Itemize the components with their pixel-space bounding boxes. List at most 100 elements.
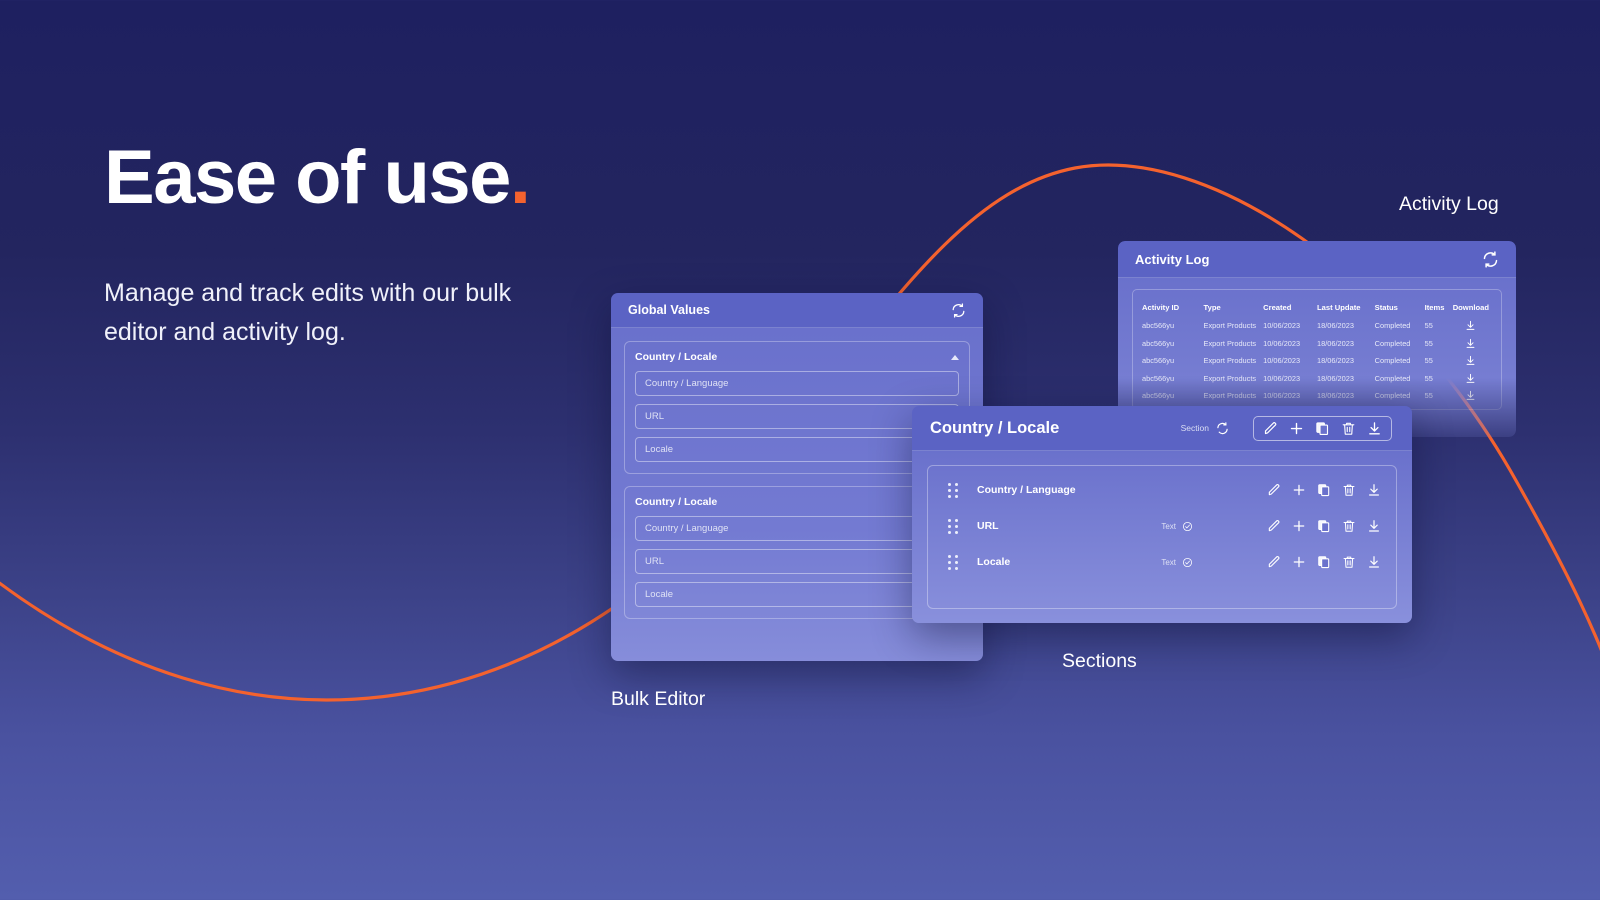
annotation-bulk-editor: Bulk Editor (611, 688, 706, 710)
cell-last-update: 18/06/2023 (1316, 356, 1354, 366)
refresh-icon[interactable] (1216, 421, 1229, 435)
cell-items: 55 (1424, 321, 1433, 331)
text-input[interactable]: Locale (635, 437, 959, 462)
copy-icon (1318, 556, 1330, 569)
text-input[interactable]: URL (635, 549, 959, 574)
row-label: Locale (977, 556, 1011, 568)
column-header-type: Type (1203, 302, 1221, 312)
section-meta: Section (1181, 421, 1229, 435)
download-button[interactable] (1367, 483, 1381, 497)
plus-button[interactable] (1292, 483, 1306, 497)
plus-button[interactable] (1292, 519, 1306, 533)
activity-log-title: Activity Log (1135, 251, 1210, 267)
cell-last-update: 18/06/2023 (1316, 321, 1354, 331)
table-row: abc566yu Export Products 10/06/2023 18/06/2… (1142, 317, 1492, 335)
section-header: Country / Locale (635, 496, 959, 508)
download-button[interactable] (1450, 390, 1492, 401)
copy-button[interactable] (1317, 555, 1331, 569)
row-type: Text (1161, 557, 1193, 568)
download-button[interactable] (1367, 421, 1382, 436)
column-header-items: Items (1424, 302, 1445, 312)
download-button[interactable] (1450, 320, 1492, 331)
cell-type: Export Products (1203, 321, 1257, 331)
drag-handle-icon[interactable] (948, 482, 958, 498)
copy-button[interactable] (1317, 519, 1331, 533)
download-icon (1466, 373, 1475, 383)
plus-icon (1293, 556, 1305, 568)
text-input[interactable]: Country / Language (635, 371, 959, 396)
download-icon (1466, 321, 1475, 331)
cell-last-update: 18/06/2023 (1316, 373, 1354, 383)
row-label: Country / Language (977, 484, 1076, 496)
download-button[interactable] (1450, 355, 1492, 366)
check-circle-icon (1182, 557, 1193, 567)
cell-type: Export Products (1203, 338, 1257, 348)
trash-button[interactable] (1341, 421, 1356, 436)
edit-pencil-button[interactable] (1267, 483, 1281, 497)
text-input[interactable]: URL (635, 404, 959, 429)
edit-pencil-icon (1268, 519, 1280, 532)
section-row: Country / Language (928, 472, 1396, 508)
copy-icon (1318, 484, 1330, 497)
sections-body: Country / Language URL Text Locale Text (912, 451, 1412, 623)
trash-icon (1343, 484, 1355, 496)
copy-button[interactable] (1315, 421, 1330, 436)
plus-icon (1293, 520, 1305, 532)
activity-log-rows: abc566yu Export Products 10/06/2023 18/06/2… (1142, 317, 1492, 405)
plus-button[interactable] (1292, 555, 1306, 569)
trash-icon (1342, 422, 1355, 435)
column-header-last-update: Last Update (1316, 302, 1361, 312)
bulk-editor-header: Global Values (611, 293, 983, 328)
download-button[interactable] (1450, 338, 1492, 349)
row-toolbar (1267, 555, 1381, 569)
cell-activity-id: abc566yu (1142, 321, 1175, 331)
download-icon (1369, 556, 1379, 568)
edit-pencil-icon (1268, 483, 1280, 496)
download-button[interactable] (1367, 519, 1381, 533)
refresh-icon[interactable] (951, 302, 966, 318)
chevron-up-icon[interactable] (951, 354, 959, 360)
text-input[interactable]: Locale (635, 582, 959, 607)
page-title-text: Ease of use (104, 135, 511, 220)
cell-type: Export Products (1203, 373, 1257, 383)
copy-button[interactable] (1317, 483, 1331, 497)
activity-log-header: Activity Log (1118, 241, 1516, 278)
hero-copy: Ease of use. Manage and track edits with… (104, 140, 574, 352)
sections-title: Country / Locale (930, 418, 1060, 437)
drag-handle-icon[interactable] (948, 518, 958, 534)
page-title-accent-dot: . (509, 135, 531, 220)
cell-status: Completed (1374, 356, 1411, 366)
bulk-editor-title: Global Values (628, 303, 710, 317)
table-row: abc566yu Export Products 10/06/2023 18/06/2… (1142, 370, 1492, 388)
section-row: URL Text (928, 508, 1396, 544)
cell-status: Completed (1374, 391, 1411, 401)
trash-button[interactable] (1342, 483, 1356, 497)
cell-created: 10/06/2023 (1263, 321, 1301, 331)
section-rows-list: Country / Language URL Text Locale Text (927, 465, 1397, 609)
table-row: abc566yu Export Products 10/06/2023 18/06/2… (1142, 352, 1492, 370)
plus-button[interactable] (1289, 421, 1304, 436)
refresh-icon[interactable] (1482, 250, 1499, 268)
edit-pencil-button[interactable] (1267, 519, 1281, 533)
download-icon (1466, 338, 1475, 348)
edit-pencil-button[interactable] (1263, 421, 1278, 436)
cell-items: 55 (1424, 373, 1433, 383)
page-subtitle: Manage and track edits with our bulk edi… (104, 279, 512, 346)
text-input[interactable]: Country / Language (635, 516, 959, 541)
download-button[interactable] (1367, 555, 1381, 569)
trash-button[interactable] (1342, 519, 1356, 533)
download-icon (1466, 356, 1475, 366)
download-button[interactable] (1450, 373, 1492, 384)
cell-activity-id: abc566yu (1142, 373, 1175, 383)
trash-button[interactable] (1342, 555, 1356, 569)
section-row: Locale Text (928, 544, 1396, 580)
drag-handle-icon[interactable] (948, 554, 958, 570)
cell-last-update: 18/06/2023 (1316, 338, 1354, 348)
cell-type: Export Products (1203, 391, 1257, 401)
edit-pencil-icon (1268, 555, 1280, 568)
trash-icon (1343, 520, 1355, 532)
sections-header: Country / Locale Section (912, 406, 1412, 451)
edit-pencil-button[interactable] (1267, 555, 1281, 569)
section-header: Country / Locale (635, 351, 959, 363)
row-type-label: Text (1161, 521, 1176, 531)
